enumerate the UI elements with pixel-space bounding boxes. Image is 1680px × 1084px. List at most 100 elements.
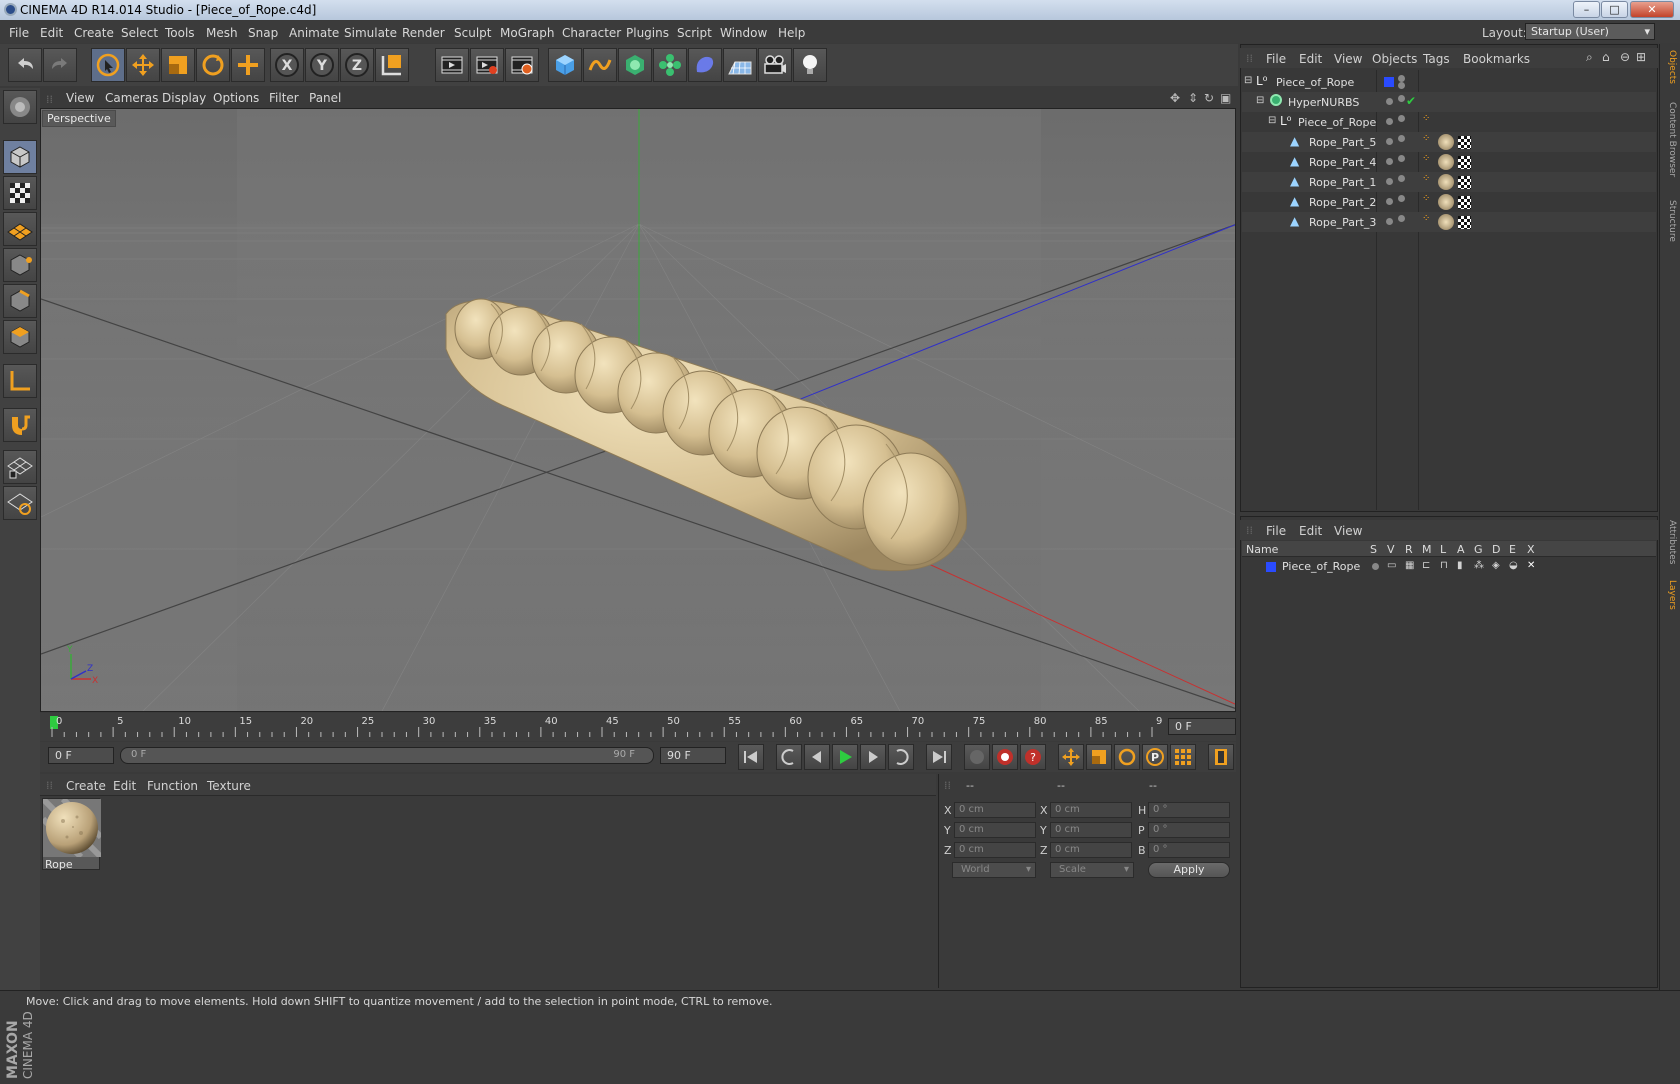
- autokey-button[interactable]: ?: [1020, 744, 1046, 770]
- render-visibility-dot[interactable]: [1398, 195, 1405, 202]
- start-frame-field[interactable]: 0 F: [48, 747, 114, 764]
- layer-col-expressions[interactable]: E: [1509, 543, 1516, 556]
- home-icon[interactable]: ⌂: [1602, 50, 1610, 64]
- workplane-button[interactable]: [3, 212, 37, 246]
- key-rotation-button[interactable]: [1114, 744, 1140, 770]
- position-z-field[interactable]: 0 cm: [954, 842, 1036, 858]
- phong-tag-icon[interactable]: ⁘: [1422, 153, 1430, 164]
- snap-settings-button[interactable]: [3, 486, 37, 520]
- layer-col-manager[interactable]: M: [1422, 543, 1432, 556]
- model-mode-button[interactable]: [3, 140, 37, 174]
- key-pla-button[interactable]: [1170, 744, 1196, 770]
- editor-visibility-dot[interactable]: [1386, 198, 1393, 205]
- object-menu-edit[interactable]: Edit: [1299, 52, 1322, 66]
- record-button[interactable]: [992, 744, 1018, 770]
- editor-visibility-dot[interactable]: [1386, 158, 1393, 165]
- object-row-rope-part-5[interactable]: ▲ Rope_Part_5 ⁘: [1242, 132, 1656, 152]
- render-visibility-dot[interactable]: [1398, 82, 1405, 89]
- render-visibility-dot[interactable]: [1398, 175, 1405, 182]
- phong-tag-icon[interactable]: ⁘: [1422, 173, 1430, 184]
- editor-visibility-dot[interactable]: [1386, 118, 1393, 125]
- layer-menu-view[interactable]: View: [1334, 524, 1362, 538]
- object-menu-tags[interactable]: Tags: [1423, 52, 1450, 66]
- menu-select[interactable]: Select: [121, 26, 158, 40]
- editor-visibility-dot[interactable]: [1386, 178, 1393, 185]
- object-row-rope-part-1[interactable]: ▲ Rope_Part_1 ⁘: [1242, 172, 1656, 192]
- material-tag-icon[interactable]: [1438, 214, 1454, 230]
- layer-col-solo[interactable]: S: [1370, 543, 1377, 556]
- prev-frame-button[interactable]: [804, 744, 830, 770]
- layer-col-animation[interactable]: A: [1457, 543, 1465, 556]
- menu-mograph[interactable]: MoGraph: [500, 26, 555, 40]
- render-picture-viewer-button[interactable]: [470, 48, 504, 82]
- size-x-field[interactable]: 0 cm: [1050, 802, 1132, 818]
- render-settings-button[interactable]: [505, 48, 539, 82]
- menu-sculpt[interactable]: Sculpt: [454, 26, 491, 40]
- uvw-tag-icon[interactable]: [1458, 176, 1471, 189]
- layer-col-deformers[interactable]: D: [1492, 543, 1500, 556]
- material-tag-icon[interactable]: [1438, 154, 1454, 170]
- render-icon[interactable]: ▦: [1405, 560, 1414, 571]
- end-frame-field[interactable]: 90 F: [660, 747, 726, 764]
- lock-icon[interactable]: ⊓: [1440, 560, 1448, 571]
- rotation-p-field[interactable]: 0 °: [1148, 822, 1230, 838]
- uvw-tag-icon[interactable]: [1458, 196, 1471, 209]
- render-visibility-dot[interactable]: [1398, 215, 1405, 222]
- close-button[interactable]: ✕: [1630, 1, 1674, 18]
- object-row-rope-part-3[interactable]: ▲ Rope_Part_3 ⁘: [1242, 212, 1656, 232]
- key-position-button[interactable]: [1058, 744, 1084, 770]
- deformer-button[interactable]: [688, 48, 722, 82]
- eye-icon[interactable]: ▭: [1387, 560, 1396, 571]
- menu-edit[interactable]: Edit: [40, 26, 63, 40]
- light-button[interactable]: [793, 48, 827, 82]
- uvw-tag-icon[interactable]: [1458, 156, 1471, 169]
- layer-solo-toggle[interactable]: [1372, 563, 1379, 570]
- tab-layers[interactable]: Layers: [1662, 580, 1677, 610]
- key-scale-button[interactable]: [1086, 744, 1112, 770]
- tab-structure[interactable]: Structure: [1662, 200, 1677, 242]
- camera-button[interactable]: [758, 48, 792, 82]
- timeline-ruler[interactable]: 0 5 10 15 20 25 30 35 40 45 50 55 60 65 70 75 80 85 90: [50, 713, 1162, 741]
- prev-key-button[interactable]: [776, 744, 802, 770]
- rotation-b-field[interactable]: 0 °: [1148, 842, 1230, 858]
- object-row-piece-of-rope-child[interactable]: ⊟ L⁰ Piece_of_Rope ⁘: [1242, 112, 1656, 132]
- coordinate-system-button[interactable]: [375, 48, 409, 82]
- viewport-menu-view[interactable]: View: [66, 91, 94, 105]
- minimize-button[interactable]: –: [1573, 1, 1600, 18]
- layer-color-swatch[interactable]: [1384, 77, 1394, 87]
- object-menu-objects[interactable]: Objects: [1372, 52, 1417, 66]
- viewport-label[interactable]: Perspective: [42, 110, 116, 127]
- menu-window[interactable]: Window: [720, 26, 767, 40]
- collapse-icon[interactable]: ⊟: [1256, 95, 1264, 106]
- menu-mesh[interactable]: Mesh: [206, 26, 238, 40]
- editor-visibility-dot[interactable]: [1386, 98, 1393, 105]
- floor-button[interactable]: [723, 48, 757, 82]
- edges-mode-button[interactable]: [3, 284, 37, 318]
- render-visibility-dot[interactable]: [1398, 95, 1405, 102]
- menu-tools[interactable]: Tools: [165, 26, 195, 40]
- render-visibility-dot[interactable]: [1398, 155, 1405, 162]
- axis-mode-button[interactable]: [3, 364, 37, 398]
- object-menu-view[interactable]: View: [1334, 52, 1362, 66]
- object-row-piece-of-rope[interactable]: ⊟ L⁰ Piece_of_Rope: [1242, 72, 1656, 92]
- render-view-button[interactable]: [435, 48, 469, 82]
- uvw-tag-icon[interactable]: [1458, 216, 1471, 229]
- viewport-rotate-icon[interactable]: ↻: [1204, 91, 1214, 105]
- texture-mode-button[interactable]: [3, 176, 37, 210]
- coordinate-mode-select[interactable]: World ▾: [952, 862, 1036, 878]
- tag-dots-icon[interactable]: ⁘: [1422, 113, 1430, 124]
- spline-button[interactable]: [583, 48, 617, 82]
- z-axis-button[interactable]: Z: [340, 48, 374, 82]
- material-menu-create[interactable]: Create: [66, 779, 106, 793]
- material-menu-texture[interactable]: Texture: [207, 779, 251, 793]
- tab-attributes[interactable]: Attributes: [1662, 520, 1677, 564]
- phong-tag-icon[interactable]: ⁘: [1422, 133, 1430, 144]
- hierarchy-icon[interactable]: ⊖: [1620, 50, 1630, 64]
- cube-button[interactable]: [548, 48, 582, 82]
- layer-col-visible[interactable]: V: [1387, 543, 1395, 556]
- menu-plugins[interactable]: Plugins: [626, 26, 669, 40]
- expression-icon[interactable]: ◒: [1509, 560, 1518, 571]
- play-button[interactable]: [832, 744, 858, 770]
- phong-tag-icon[interactable]: ⁘: [1422, 193, 1430, 204]
- viewport-menu-cameras[interactable]: Cameras: [105, 91, 158, 105]
